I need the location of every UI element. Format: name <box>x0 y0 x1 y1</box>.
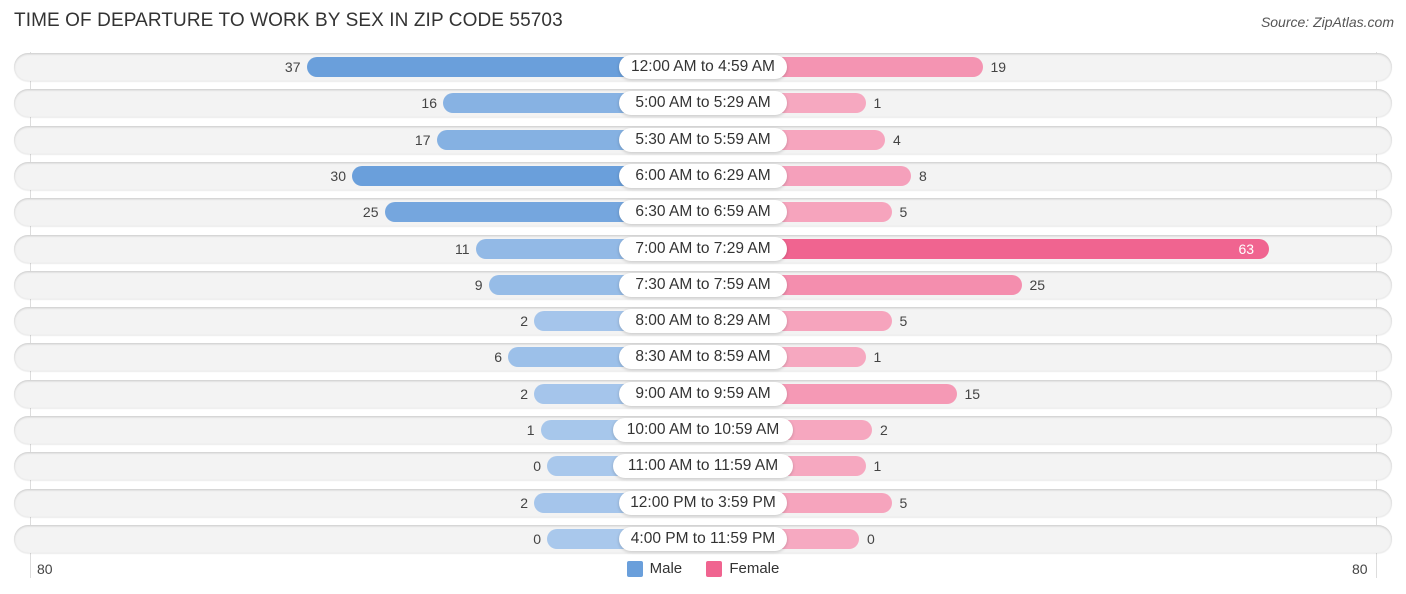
value-label-female: 15 <box>964 385 981 402</box>
value-label-male: 2 <box>520 313 528 330</box>
value-label-male: 0 <box>533 458 541 475</box>
legend-label-male: Male <box>649 560 683 577</box>
chart-title: TIME OF DEPARTURE TO WORK BY SEX IN ZIP … <box>14 10 563 31</box>
value-label-female: 63 <box>1238 240 1255 257</box>
category-label: 5:00 AM to 5:29 AM <box>619 91 787 116</box>
value-label-male: 16 <box>421 95 437 112</box>
value-label-female: 8 <box>919 167 927 184</box>
value-label-male: 0 <box>533 530 541 547</box>
category-label: 9:00 AM to 9:59 AM <box>619 381 787 406</box>
legend: Male Female <box>0 560 1406 581</box>
source-label: Source: ZipAtlas.com <box>1260 14 1394 30</box>
value-label-male: 6 <box>494 349 502 366</box>
category-label: 12:00 AM to 4:59 AM <box>619 55 787 79</box>
legend-label-female: Female <box>729 560 780 577</box>
category-label: 10:00 AM to 10:59 AM <box>613 418 793 442</box>
value-label-female: 1 <box>873 458 882 475</box>
category-label: 11:00 AM to 11:59 AM <box>613 454 793 479</box>
category-label: 8:30 AM to 8:59 AM <box>619 345 787 370</box>
legend-swatch-female <box>706 560 723 577</box>
legend-item-male[interactable]: Male <box>626 560 683 577</box>
value-label-male: 11 <box>454 240 470 257</box>
category-label: 7:30 AM to 7:59 AM <box>619 272 787 297</box>
category-label: 7:00 AM to 7:29 AM <box>619 236 787 261</box>
value-label-female: 2 <box>880 422 888 438</box>
value-label-female: 0 <box>867 530 875 547</box>
value-label-male: 2 <box>520 385 528 402</box>
value-label-male: 9 <box>474 276 483 293</box>
value-label-female: 25 <box>1029 276 1046 293</box>
category-label: 6:00 AM to 6:29 AM <box>619 163 787 188</box>
category-label: 12:00 PM to 3:59 PM <box>619 490 787 515</box>
value-label-female: 5 <box>899 204 908 221</box>
legend-swatch-male <box>626 560 643 577</box>
value-label-female: 1 <box>873 349 882 366</box>
category-label: 4:00 PM to 11:59 PM <box>619 526 787 551</box>
value-label-male: 1 <box>526 422 535 438</box>
value-label-female: 5 <box>899 313 908 330</box>
category-label: 6:30 AM to 6:59 AM <box>619 200 787 225</box>
value-label-male: 25 <box>362 204 379 221</box>
value-label-female: 5 <box>899 494 908 511</box>
legend-item-female[interactable]: Female <box>706 560 779 577</box>
value-label-female: 1 <box>873 95 882 112</box>
value-label-male: 37 <box>284 59 301 75</box>
category-label: 5:30 AM to 5:59 AM <box>619 127 787 152</box>
value-label-male: 2 <box>520 494 528 511</box>
category-label: 8:00 AM to 8:29 AM <box>619 309 787 334</box>
value-label-male: 30 <box>330 167 346 184</box>
value-label-male: 17 <box>414 131 431 148</box>
value-label-female: 19 <box>990 59 1007 75</box>
bar-female[interactable] <box>703 238 1269 259</box>
value-label-female: 4 <box>893 131 901 148</box>
